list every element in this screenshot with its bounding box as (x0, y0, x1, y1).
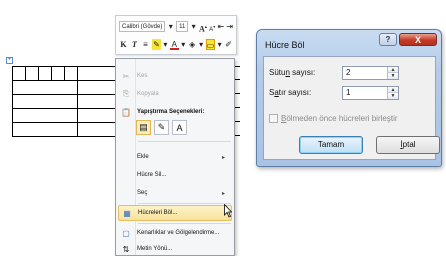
menu-separator (138, 203, 231, 204)
menu-item-label: Hücreleri Böl... (138, 210, 178, 216)
menu-item-label: Hücre Sil... (137, 172, 167, 178)
menu-item-insert[interactable]: Ekle ▸ (118, 149, 232, 165)
align-center-icon[interactable]: ≡ (141, 39, 150, 50)
dropdown-arrow-icon[interactable]: ▾ (190, 21, 197, 32)
format-painter-icon[interactable]: ✐ (224, 39, 233, 50)
table-cell[interactable] (12, 66, 26, 81)
merge-before-split-row[interactable]: Bölmeden önce hücreleri birleştir (269, 114, 398, 123)
dropdown-arrow-icon[interactable]: ▾ (181, 39, 186, 50)
mini-toolbar-row-1: Calibri (Gövde) ▾ 11 ▾ A▴ A▾ ⇤ ⇥ (119, 19, 233, 34)
menu-item-copy[interactable]: ⎘ Kopyala (118, 86, 232, 102)
spin-down-icon[interactable]: ▼ (388, 73, 398, 79)
dialog-title: Hücre Böl (265, 40, 305, 50)
borders-icon: ▢ (122, 228, 130, 238)
mouse-cursor-icon (224, 204, 232, 218)
menu-item-split-cells[interactable]: ▦ Hücreleri Böl... (118, 205, 232, 221)
dropdown-arrow-icon[interactable]: ▾ (199, 39, 204, 50)
paste-keep-formatting-icon[interactable]: ▤ (136, 120, 151, 135)
menu-item-paste-options: 📋 Yapıştırma Seçenekleri: (118, 104, 232, 120)
menu-item-label: Metin Yönü... (137, 246, 173, 252)
cancel-button[interactable]: İptal (376, 136, 440, 154)
menu-item-label: Kes (137, 73, 148, 79)
borders-icon[interactable]: ▭ (205, 39, 216, 50)
close-button[interactable]: X (399, 33, 437, 46)
ok-button[interactable]: Tamam (299, 136, 363, 154)
mini-toolbar: Calibri (Gövde) ▾ 11 ▾ A▴ A▾ ⇤ ⇥ K T ≡ ✎… (115, 15, 237, 55)
menu-item-delete-cells[interactable]: Hücre Sil... (118, 167, 232, 183)
paste-icon: 📋 (121, 107, 131, 117)
rows-spin-buttons[interactable]: ▲ ▼ (387, 87, 398, 99)
merge-before-split-label: Bölmeden önce hücreleri birleştir (281, 114, 398, 123)
submenu-arrow-icon: ▸ (221, 154, 225, 161)
menu-item-borders-shading[interactable]: ▢ Kenarlıklar ve Gölgelendirme... (118, 225, 232, 241)
menu-item-label: Kopyala (137, 91, 159, 97)
table-cell[interactable] (51, 66, 65, 81)
dropdown-arrow-icon[interactable]: ▾ (167, 21, 174, 32)
word-window: + Calibri (Gövde) ▾ 11 ▾ A▴ A▾ ⇤ ⇥ K T ≡… (0, 0, 446, 256)
table-cell[interactable] (25, 66, 39, 81)
menu-item-label: Yapıştırma Seçenekleri: (137, 109, 205, 115)
rows-spinner[interactable]: 1 ▲ ▼ (342, 86, 399, 100)
help-button[interactable]: ? (379, 33, 397, 46)
merge-before-split-checkbox[interactable] (269, 114, 278, 123)
menu-item-label: Kenarlıklar ve Gölgelendirme... (137, 230, 220, 236)
rows-value[interactable]: 1 (346, 88, 350, 97)
spin-down-icon[interactable]: ▼ (388, 93, 398, 99)
context-menu: ✂ Kes ⎘ Kopyala 📋 Yapıştırma Seçenekleri… (115, 58, 235, 256)
table-cell[interactable] (64, 66, 78, 81)
menu-item-label: Ekle (137, 154, 149, 160)
table-cell[interactable] (38, 66, 52, 81)
table-cell[interactable] (12, 80, 78, 95)
font-size-combo[interactable]: 11 (176, 21, 189, 32)
dialog-body: Sütun sayısı: 2 ▲ ▼ Satır sayısı: 1 ▲ ▼ … (263, 56, 440, 160)
rows-label: Satır sayısı: (269, 88, 312, 97)
scissors-icon: ✂ (122, 71, 130, 81)
menu-item-label: Seç (137, 190, 148, 196)
font-name-combo[interactable]: Calibri (Gövde) (119, 21, 166, 32)
text-direction-icon: ⇅ (122, 244, 130, 254)
paste-text-only-icon[interactable]: A (172, 120, 187, 135)
columns-label: Sütun sayısı: (269, 68, 316, 77)
shrink-font-icon[interactable]: A▾ (209, 21, 216, 33)
columns-value[interactable]: 2 (346, 68, 350, 77)
menu-item-cut[interactable]: ✂ Kes (118, 68, 232, 84)
bold-button[interactable]: K (119, 39, 128, 50)
submenu-arrow-icon: ▸ (221, 190, 225, 197)
columns-spinner[interactable]: 2 ▲ ▼ (342, 66, 399, 80)
table-cell[interactable] (12, 122, 78, 137)
table-move-handle[interactable]: + (6, 57, 13, 64)
highlight-icon[interactable]: ✎ (151, 39, 161, 50)
dropdown-arrow-icon[interactable]: ▾ (217, 39, 222, 50)
paste-options-group: ▤ ✎ A (136, 120, 187, 135)
split-cells-dialog: Hücre Böl ? X Sütun sayısı: 2 ▲ ▼ Satır … (256, 29, 442, 167)
table-cell[interactable] (12, 94, 78, 109)
dropdown-arrow-icon[interactable]: ▾ (163, 39, 168, 50)
columns-spin-buttons[interactable]: ▲ ▼ (387, 67, 398, 79)
grow-font-icon[interactable]: A▴ (199, 21, 207, 34)
menu-item-select[interactable]: Seç ▸ (118, 185, 232, 201)
copy-icon: ⎘ (122, 89, 130, 98)
split-cells-icon: ▦ (123, 208, 131, 218)
increase-indent-icon[interactable]: ⇥ (226, 21, 233, 32)
italic-button[interactable]: T (130, 39, 139, 50)
table-cell[interactable] (12, 108, 78, 123)
decrease-indent-icon[interactable]: ⇤ (218, 21, 225, 32)
menu-separator (138, 223, 231, 224)
paste-merge-formatting-icon[interactable]: ✎ (154, 120, 169, 135)
shading-icon[interactable]: ◈ (188, 39, 197, 50)
font-color-icon[interactable]: A (169, 39, 179, 50)
menu-item-text-direction[interactable]: ⇅ Metin Yönü... (118, 241, 232, 256)
mini-toolbar-row-2: K T ≡ ✎ ▾ A ▾ ◈ ▾ ▭ ▾ ✐ (119, 37, 233, 52)
menu-separator (138, 141, 231, 142)
